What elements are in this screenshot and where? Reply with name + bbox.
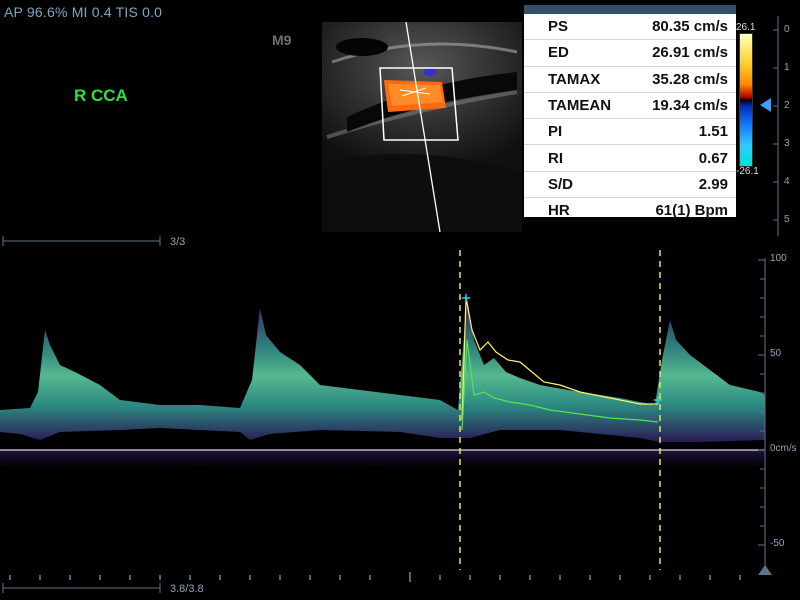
vessel-label: R CCA	[74, 86, 128, 105]
measurement-row: PI 1.51	[524, 119, 736, 146]
depth-label: 5	[784, 214, 790, 225]
velocity-label: -50	[770, 538, 785, 549]
measurement-row: RI 0.67	[524, 145, 736, 172]
bmode-color-image[interactable]	[322, 22, 522, 232]
spectral-doppler-display[interactable]	[0, 236, 800, 600]
measurement-row: TAMEAN 19.34 cm/s	[524, 93, 736, 120]
measurement-row: TAMAX 35.28 cm/s	[524, 67, 736, 93]
scroll-marker-icon[interactable]	[758, 565, 772, 575]
doppler-spectrum-lower	[0, 450, 765, 474]
depth-label: 1	[784, 62, 790, 73]
depth-scale: 0 1 2 3 4 5	[756, 16, 800, 236]
time-ticks	[9, 572, 741, 582]
measurement-row: HR 61(1) Bpm	[548, 202, 728, 220]
measurement-row: ED 26.91 cm/s	[524, 40, 736, 67]
measurement-row: S/D 2.99	[524, 172, 736, 199]
depth-label: 3	[784, 138, 790, 149]
doppler-spectrum	[0, 295, 765, 442]
depth-label: 2	[784, 100, 790, 111]
acoustic-output-status: AP 96.6% MI 0.4 TIS 0.0	[4, 4, 163, 20]
velocity-label: 100	[770, 253, 787, 264]
depth-label: 4	[784, 176, 790, 187]
focus-marker-icon[interactable]	[760, 98, 771, 112]
peak-systolic-cursor[interactable]	[462, 294, 470, 302]
probe-label: M9	[272, 32, 292, 48]
velocity-label: 0cm/s	[770, 443, 797, 454]
depth-label: 0	[784, 24, 790, 35]
color-velocity-bar	[739, 33, 753, 167]
measurement-row: PS 80.35 cm/s	[524, 14, 736, 41]
measurement-panel: PS 80.35 cm/s ED 26.91 cm/s TAMAX 35.28 cm/…	[524, 5, 736, 219]
color-scale-max: 26.1	[736, 22, 756, 33]
velocity-label: 50	[770, 348, 782, 359]
